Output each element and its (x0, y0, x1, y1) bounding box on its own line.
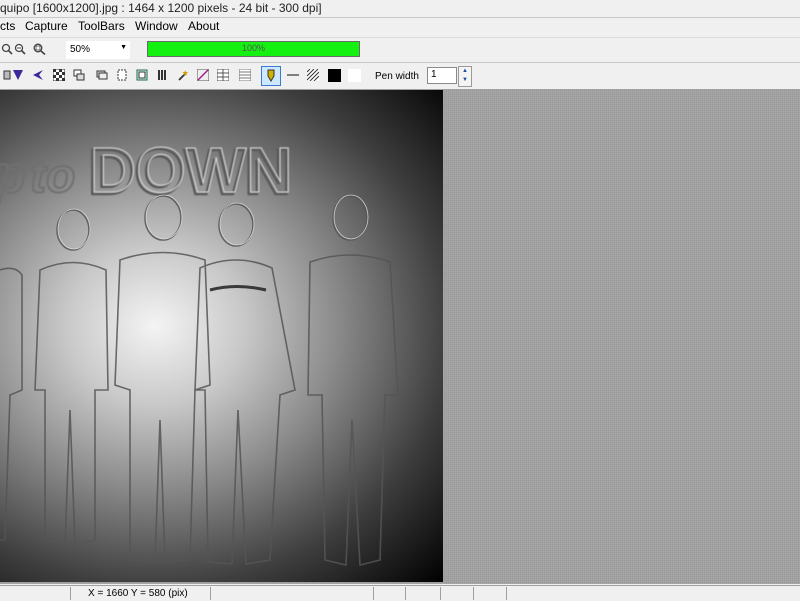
svg-text:to: to (30, 150, 75, 203)
pen-tool-icon[interactable] (261, 66, 281, 86)
gradient-icon[interactable] (196, 68, 210, 82)
zoom-select[interactable]: 50% ▼ (66, 41, 130, 59)
foreground-color-icon[interactable] (327, 68, 341, 82)
pen-width-input[interactable]: 1 (427, 67, 457, 84)
menu-capture[interactable]: Capture (25, 19, 68, 33)
status-divider (373, 587, 374, 600)
window-title: quipo [1600x1200].jpg : 1464 x 1200 pixe… (0, 1, 322, 15)
status-divider (70, 587, 71, 600)
pen-width-label: Pen width (375, 71, 419, 82)
menu-about[interactable]: About (188, 19, 219, 33)
crop-icon[interactable] (135, 68, 149, 82)
magic-wand-icon[interactable] (176, 68, 190, 82)
status-divider (405, 587, 406, 600)
status-bar: X = 1660 Y = 580 (pix) (0, 585, 800, 601)
zoom-fit-icon[interactable] (32, 42, 46, 56)
flip-horizontal-icon[interactable] (31, 68, 45, 82)
menu-window[interactable]: Window (135, 19, 178, 33)
zoom-in-icon[interactable] (0, 42, 14, 56)
pen-width-value: 1 (431, 69, 437, 80)
progress-bar: 100% (147, 41, 360, 57)
embossed-photo[interactable]: p to DOWN DOWN (0, 90, 443, 582)
progress-label: 100% (241, 43, 266, 53)
menu-bar: cts Capture ToolBars Window About (0, 18, 800, 36)
status-divider (440, 587, 441, 600)
menu-toolbars[interactable]: ToolBars (78, 19, 125, 33)
svg-text:p: p (0, 146, 26, 204)
page-icon[interactable] (115, 68, 129, 82)
toolbar-tools: Pen width 1 ▲ ▼ (0, 63, 800, 90)
table-icon[interactable] (238, 68, 252, 82)
zoom-value: 50% (70, 44, 91, 55)
zoom-out-icon[interactable] (13, 42, 27, 56)
canvas-area[interactable]: p to DOWN DOWN (0, 90, 800, 584)
status-divider (210, 587, 211, 600)
menu-effects[interactable]: cts (0, 19, 15, 33)
background-color-icon[interactable] (347, 68, 361, 82)
spin-down-icon[interactable]: ▼ (459, 76, 471, 85)
status-divider (473, 587, 474, 600)
line-tool-icon[interactable] (286, 68, 300, 82)
toolbar-zoom: 50% ▼ 100% (0, 37, 800, 63)
hatch-fill-icon[interactable] (306, 68, 320, 82)
title-bar: quipo [1600x1200].jpg : 1464 x 1200 pixe… (0, 0, 800, 18)
flip-vertical-icon[interactable] (11, 68, 25, 82)
cursor-coordinates: X = 1660 Y = 580 (pix) (88, 588, 188, 599)
status-divider (506, 587, 507, 600)
spin-up-icon[interactable]: ▲ (459, 67, 471, 76)
brush-icon[interactable] (155, 68, 169, 82)
pen-width-spinner[interactable]: ▲ ▼ (458, 66, 472, 87)
grid-icon[interactable] (216, 68, 230, 82)
mosaic-icon[interactable] (52, 68, 66, 82)
svg-text:DOWN: DOWN (90, 134, 293, 206)
layers-icon[interactable] (72, 68, 86, 82)
chevron-down-icon: ▼ (120, 44, 127, 51)
stack-icon[interactable] (95, 68, 109, 82)
